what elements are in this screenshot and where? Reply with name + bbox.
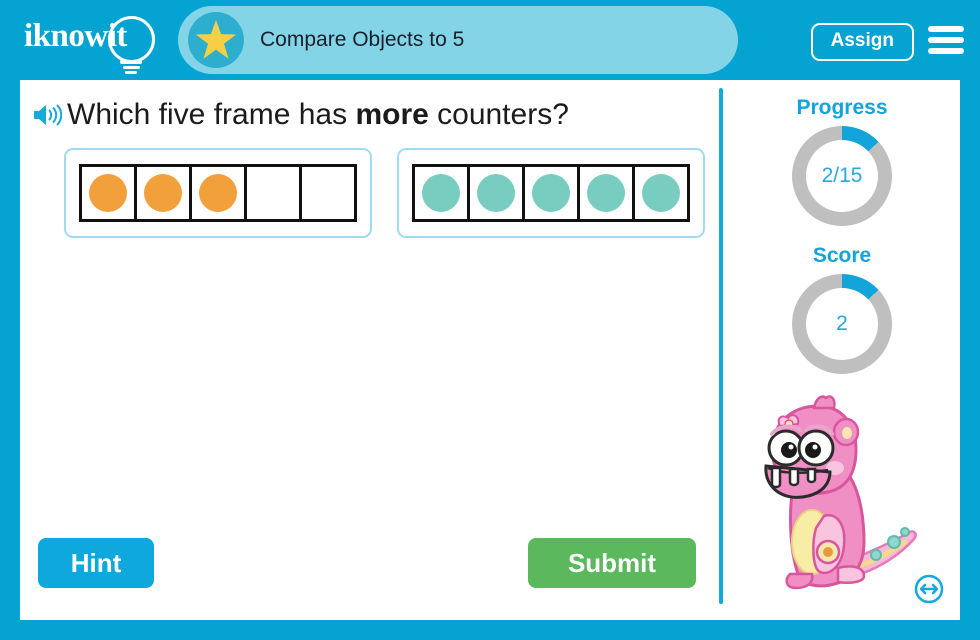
counter	[422, 174, 460, 212]
progress-meter: Progress 2/15	[724, 96, 960, 226]
frame-cell	[525, 167, 580, 219]
frame-cell	[137, 167, 192, 219]
five-frame-b	[412, 164, 690, 222]
progress-label: Progress	[796, 96, 888, 119]
score-donut: 2	[792, 274, 892, 374]
star-badge	[188, 12, 244, 68]
header-bar: iknowit Compare Objects to 5 Assign	[0, 0, 980, 80]
pink-monster-mascot	[764, 395, 917, 590]
question-suffix: counters?	[428, 98, 569, 131]
hint-button[interactable]: Hint	[38, 538, 154, 588]
counter	[89, 174, 127, 212]
submit-button[interactable]: Submit	[528, 538, 696, 588]
question-row: Which five frame has more counters?	[32, 98, 569, 132]
sidebar: Progress 2/15 Score 2	[724, 80, 960, 620]
progress-donut-hole: 2/15	[806, 140, 878, 212]
answer-option-frame-a[interactable]	[64, 148, 372, 238]
question-area: Which five frame has more counters? Hint…	[20, 80, 720, 620]
score-label: Score	[812, 244, 872, 267]
resize-horizontal-icon[interactable]	[914, 574, 944, 604]
answer-option-frame-b[interactable]	[397, 148, 705, 238]
question-prefix: Which five frame has	[67, 98, 356, 131]
brand-logo[interactable]: iknowit	[20, 14, 160, 74]
frame-cell	[302, 167, 354, 219]
question-emphasis: more	[355, 98, 429, 131]
question-text: Which five frame has more counters?	[67, 98, 569, 132]
lesson-title: Compare Objects to 5	[260, 28, 465, 51]
progress-value: 2/15	[821, 164, 863, 187]
counter	[587, 174, 625, 212]
score-meter: Score 2	[724, 244, 960, 374]
counter	[199, 174, 237, 212]
counter	[532, 174, 570, 212]
score-value: 2	[836, 312, 848, 335]
lesson-title-pill: Compare Objects to 5	[178, 6, 738, 74]
frame-cell	[580, 167, 635, 219]
frame-cell	[247, 167, 302, 219]
star-icon	[195, 19, 237, 59]
counter	[642, 174, 680, 212]
progress-donut: 2/15	[792, 126, 892, 226]
assign-button[interactable]: Assign	[810, 23, 914, 61]
frame-cell	[82, 167, 137, 219]
speaker-icon[interactable]	[32, 102, 62, 128]
frame-cell	[635, 167, 687, 219]
answer-choices	[64, 148, 705, 238]
counter	[144, 174, 182, 212]
score-donut-hole: 2	[806, 288, 878, 360]
counter	[477, 174, 515, 212]
frame-cell	[192, 167, 247, 219]
lightbulb-base-icon	[120, 60, 142, 74]
hamburger-menu-icon[interactable]	[928, 26, 964, 54]
sidebar-divider	[719, 88, 723, 604]
five-frame-a	[79, 164, 357, 222]
lightbulb-icon	[108, 16, 155, 63]
app-root: iknowit Compare Objects to 5 Assign Whic…	[0, 0, 980, 640]
frame-cell	[470, 167, 525, 219]
frame-cell	[415, 167, 470, 219]
